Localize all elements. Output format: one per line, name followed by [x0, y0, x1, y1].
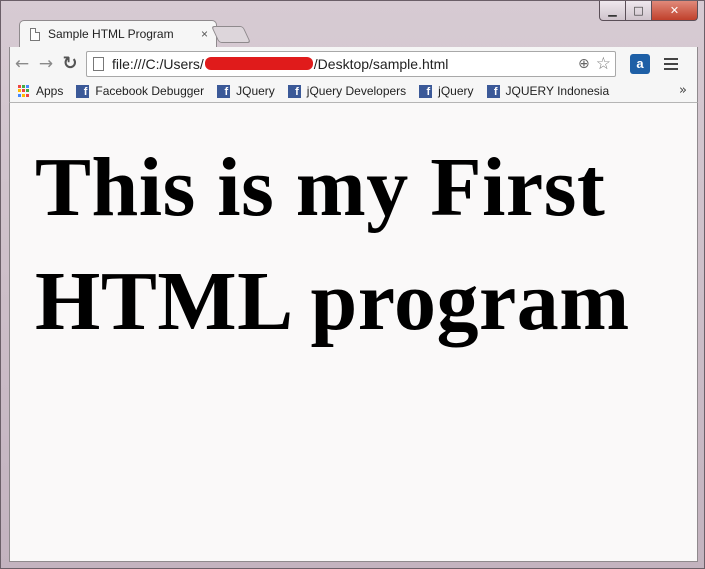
bookmark-label: JQuery — [236, 84, 275, 98]
omnibox-actions: ⊕ ☆ — [578, 54, 611, 74]
browser-window: ▁ □ ✕ Sample HTML Program × ← → ↻ file:/… — [0, 0, 705, 569]
back-icon[interactable]: ← — [10, 52, 34, 76]
redaction-mark — [204, 57, 313, 70]
minimize-button[interactable]: ▁ — [599, 1, 626, 21]
bookmark-label: JQUERY Indonesia — [505, 84, 610, 98]
menu-icon[interactable] — [664, 57, 678, 70]
extension-icon[interactable]: a — [630, 53, 650, 74]
url-suffix: /Desktop/sample.html — [313, 55, 449, 72]
bookmark-star-icon[interactable]: ☆ — [596, 54, 611, 74]
page-content: This is my First HTML program — [9, 103, 698, 562]
tab-strip: Sample HTML Program × — [9, 20, 509, 47]
bookmarks-overflow-icon[interactable]: » — [679, 83, 687, 98]
forward-icon[interactable]: → — [34, 52, 58, 76]
tab-close-icon[interactable]: × — [201, 27, 208, 41]
bookmark-item[interactable]: f jQuery — [419, 84, 474, 98]
bookmark-label: Facebook Debugger — [95, 84, 205, 98]
bookmark-apps[interactable]: Apps — [18, 84, 63, 98]
bookmark-label: Apps — [36, 84, 64, 98]
close-window-button[interactable]: ✕ — [652, 1, 698, 21]
tab-sample-html-program[interactable]: Sample HTML Program × — [19, 20, 217, 47]
facebook-icon: f — [419, 84, 433, 98]
facebook-icon: f — [217, 84, 231, 98]
toolbar: ← → ↻ file:///C:/Users/ /Desktop/sample.h… — [9, 47, 698, 80]
facebook-icon: f — [76, 84, 90, 98]
bookmark-item[interactable]: f JQuery — [217, 84, 275, 98]
bookmark-item[interactable]: f Facebook Debugger — [76, 84, 204, 98]
facebook-icon: f — [486, 84, 500, 98]
window-controls: ▁ □ ✕ — [599, 1, 698, 21]
bookmarks-bar: Apps f Facebook Debugger f JQuery f jQue… — [9, 80, 698, 103]
facebook-icon: f — [287, 84, 301, 98]
address-bar[interactable]: file:///C:/Users/ /Desktop/sample.html ⊕ … — [86, 50, 616, 77]
tab-title: Sample HTML Program — [48, 27, 174, 41]
maximize-button[interactable]: □ — [626, 1, 652, 21]
bookmark-item[interactable]: f JQUERY Indonesia — [486, 84, 610, 98]
bookmark-label: jQuery Developers — [306, 84, 407, 98]
new-tab-button[interactable] — [211, 26, 251, 43]
reload-icon[interactable]: ↻ — [58, 52, 82, 76]
bookmark-item[interactable]: f jQuery Developers — [287, 84, 407, 98]
page-heading: This is my First HTML program — [35, 141, 630, 348]
zoom-icon[interactable]: ⊕ — [578, 56, 590, 72]
page-icon — [30, 27, 40, 41]
bookmark-label: jQuery — [438, 84, 474, 98]
apps-icon — [18, 85, 30, 97]
url-prefix: file:///C:/Users/ — [112, 55, 204, 72]
file-icon — [93, 56, 104, 71]
